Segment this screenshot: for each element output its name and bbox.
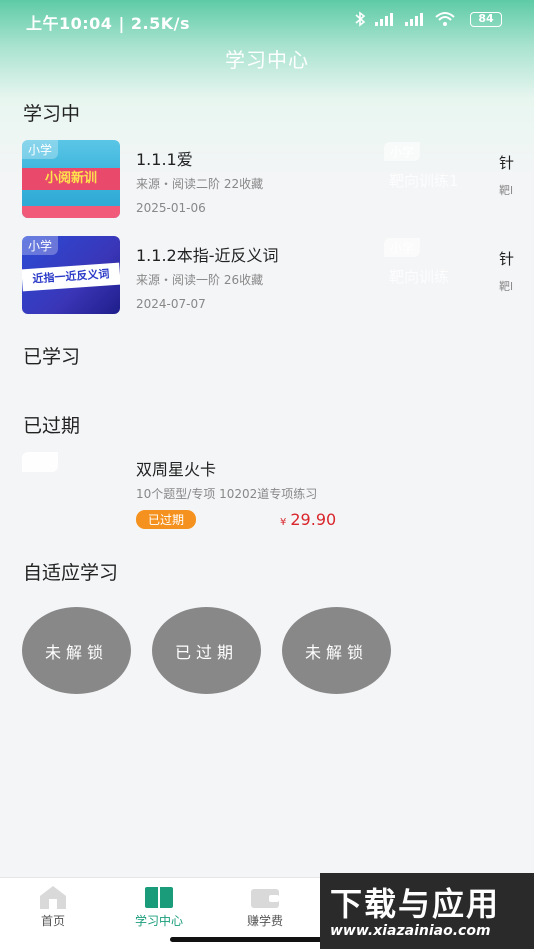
expired-card-item[interactable]: 双周星火卡 10个题型/专项 10202道专项练习 已过期 ¥29.90	[22, 452, 534, 532]
next-course-name-peek[interactable]: 针	[499, 248, 514, 269]
tab-earn-tuition[interactable]: 赚学费	[212, 878, 318, 938]
status-time: 上午10:04 | 2.5K/s	[26, 14, 191, 33]
wallet-icon	[251, 889, 279, 908]
watermark-title: 下载与应用	[330, 885, 501, 923]
next-course-name-peek[interactable]: 针	[499, 152, 514, 173]
bluetooth-icon	[355, 11, 366, 27]
course-date: 2025-01-06	[136, 201, 206, 215]
price-value: 29.90	[290, 510, 337, 529]
course-item[interactable]: 近指一近反义词 小学 1.1.2本指-近反义词 来源・阅读一阶 26收藏 202…	[22, 236, 534, 316]
course-item[interactable]: 小阅新训 小学 1.1.1爱 来源・阅读二阶 22收藏 2025-01-06 小…	[22, 140, 534, 220]
card-meta: 10个题型/专项 10202道专项练习	[136, 487, 318, 501]
grade-tag: 小学	[22, 236, 59, 255]
signal-icon	[375, 13, 393, 26]
section-title-expired: 已过期	[23, 415, 81, 437]
watermark-url: www.xiazainiao.com	[330, 923, 491, 939]
thumbnail-title: 近指一近反义词	[22, 262, 120, 292]
card-name: 双周星火卡	[136, 460, 217, 479]
page-title: 学习中心	[225, 48, 309, 72]
adaptive-expired-button[interactable]: 已过期	[152, 607, 261, 694]
course-meta: 来源・阅读二阶 22收藏	[136, 177, 264, 191]
thumbnail-title: 小阅新训	[22, 168, 120, 190]
course-thumbnail[interactable]: 小阅新训 小学	[22, 140, 120, 218]
status-icons	[354, 11, 456, 27]
home-icon	[40, 886, 66, 909]
next-course-meta-peek: 靶l	[499, 184, 514, 197]
card-price: ¥29.90	[280, 510, 336, 529]
tab-home[interactable]: 首页	[0, 878, 106, 938]
battery-indicator: 84	[470, 12, 502, 27]
adaptive-locked-button-2[interactable]: 未解锁	[282, 607, 391, 694]
overlay-course-title: 靶向训练	[389, 268, 450, 286]
card-thumbnail	[22, 452, 58, 472]
overlay-grade-tag: 小学	[384, 238, 421, 257]
overlay-course-title: 靶向训练1	[389, 172, 459, 190]
signal-icon-2	[405, 13, 423, 26]
grade-tag: 小学	[22, 140, 59, 159]
status-bar: 上午10:04 | 2.5K/s 84	[0, 8, 534, 34]
wifi-icon	[435, 12, 455, 26]
tab-learning-center[interactable]: 学习中心	[106, 878, 212, 938]
currency-symbol: ¥	[280, 517, 287, 528]
tab-label: 学习中心	[134, 914, 183, 928]
course-meta: 来源・阅读一阶 26收藏	[136, 273, 264, 287]
watermark-logo: 下载与应用 www.xiazainiao.com	[320, 873, 534, 949]
course-thumbnail[interactable]: 近指一近反义词 小学	[22, 236, 120, 314]
next-course-meta-peek: 靶l	[499, 280, 514, 293]
section-title-adaptive: 自适应学习	[23, 562, 119, 584]
section-title-learned: 已学习	[23, 346, 81, 368]
adaptive-locked-button[interactable]: 未解锁	[22, 607, 131, 694]
course-date: 2024-07-07	[136, 297, 206, 311]
course-name: 1.1.2本指-近反义词	[136, 246, 279, 265]
book-icon	[145, 887, 173, 908]
section-title-learning: 学习中	[23, 103, 81, 125]
overlay-grade-tag: 小学	[384, 142, 421, 161]
tab-label: 赚学费	[246, 914, 283, 928]
expired-badge: 已过期	[136, 510, 197, 529]
course-name: 1.1.1爱	[136, 150, 193, 169]
tab-label: 首页	[40, 914, 65, 928]
thumbnail-stripe	[22, 206, 120, 218]
